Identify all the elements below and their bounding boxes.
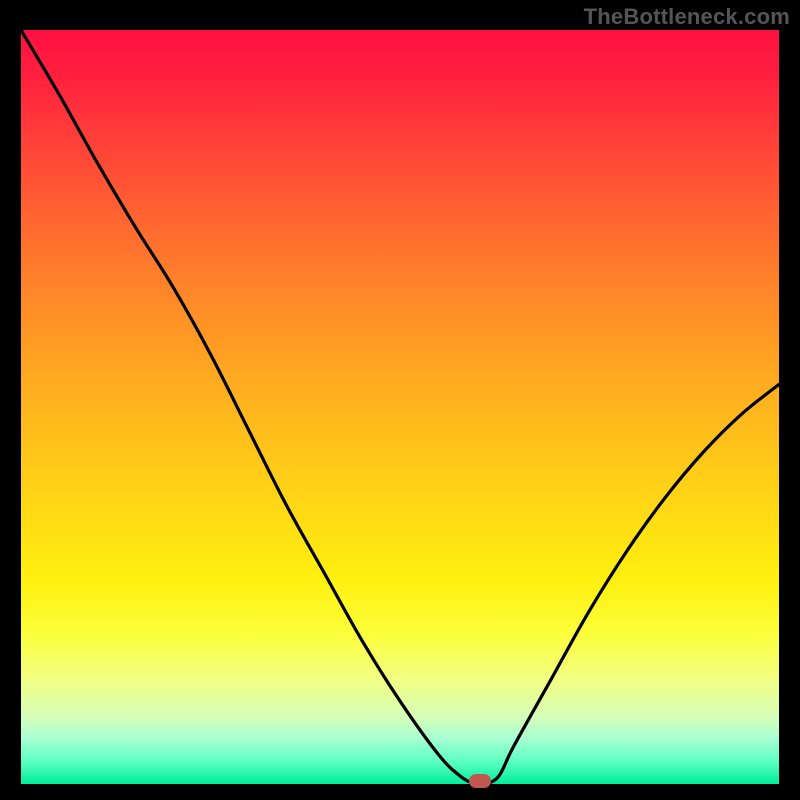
plot-area [21, 30, 779, 784]
bottleneck-curve [21, 30, 779, 784]
minimum-marker-icon [469, 774, 491, 788]
attribution-label: TheBottleneck.com [584, 4, 790, 30]
chart-frame: TheBottleneck.com [0, 0, 800, 800]
